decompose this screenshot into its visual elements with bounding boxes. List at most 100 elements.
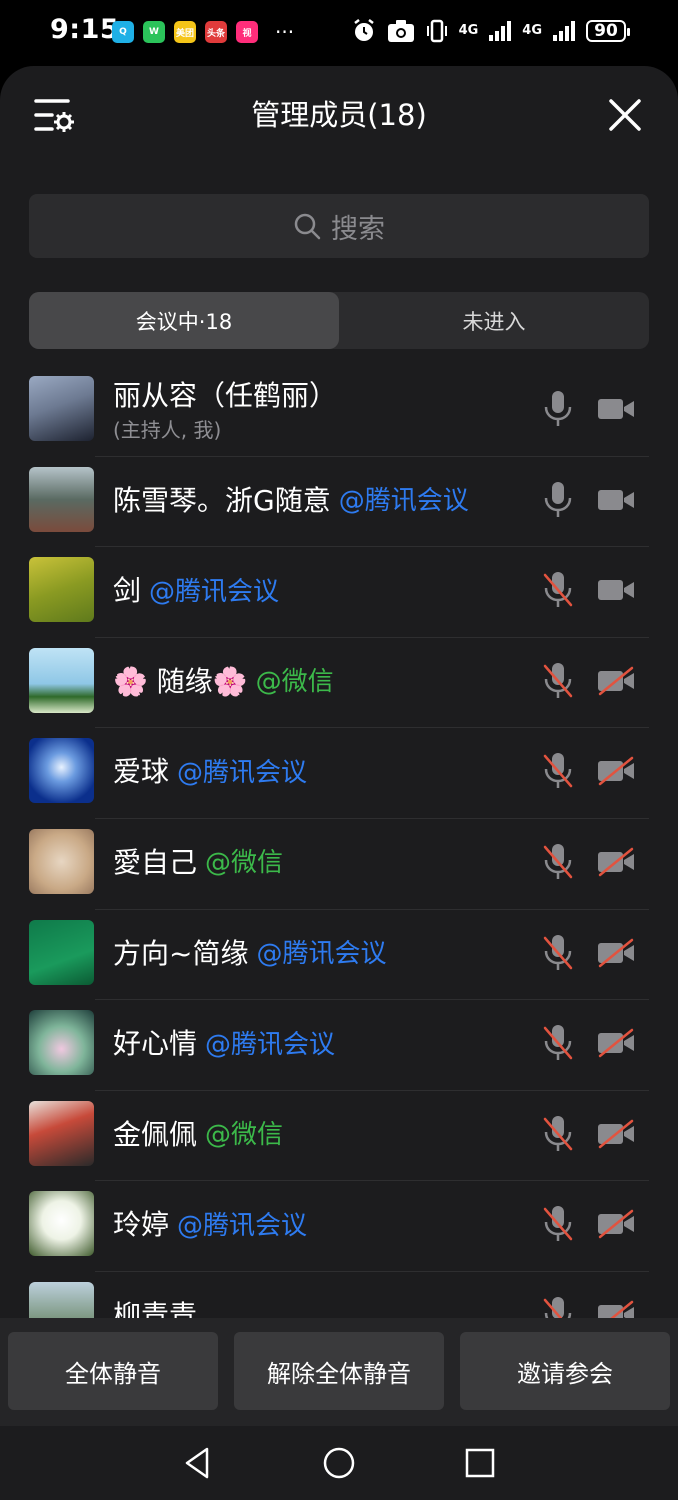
- camera-off-icon[interactable]: [597, 1119, 635, 1149]
- mute-all-button[interactable]: 全体静音: [8, 1332, 218, 1410]
- camera-off-icon[interactable]: [597, 847, 635, 877]
- tab-in-meeting[interactable]: 会议中·18: [29, 292, 339, 349]
- camera-off-icon[interactable]: [597, 666, 635, 696]
- member-row[interactable]: 丽从容（任鹤丽） (主持人, 我): [0, 366, 678, 457]
- member-source-tag: @腾讯会议: [205, 1029, 336, 1060]
- member-name: 丽从容（任鹤丽）: [113, 379, 338, 412]
- member-name-line: 剑 @腾讯会议: [113, 547, 558, 631]
- status-bar: 9:15 Q W 美团 头条视 ··· 4G 4G 90: [0, 0, 678, 66]
- member-name: 爱球: [113, 755, 170, 789]
- member-name-line: 柳青青: [113, 1272, 558, 1318]
- mic-on-icon[interactable]: [541, 481, 575, 519]
- wechat-icon: W: [143, 21, 165, 43]
- more-notifications-icon: ···: [275, 20, 295, 44]
- member-source-tag: @微信: [255, 667, 334, 698]
- member-name: 愛自己: [113, 845, 198, 879]
- invite-button[interactable]: 邀请参会: [460, 1332, 670, 1410]
- bottom-action-bar: 全体静音 解除全体静音 邀请参会: [0, 1318, 678, 1426]
- toutiao-icon: 头条: [205, 21, 227, 43]
- mic-off-icon[interactable]: [541, 752, 575, 790]
- search-placeholder: 搜索: [331, 213, 385, 245]
- member-name-line: 🌸 随缘🌸 @微信: [113, 638, 558, 722]
- back-icon[interactable]: [181, 1446, 215, 1480]
- mic-off-icon[interactable]: [541, 1296, 575, 1318]
- avatar: [29, 1191, 94, 1257]
- member-row[interactable]: 方向~简缘 @腾讯会议: [0, 910, 678, 1001]
- notification-icons: Q W 美团 头条视 ···: [112, 21, 294, 43]
- tab-not-joined[interactable]: 未进入: [339, 292, 649, 349]
- member-name: 剑: [113, 574, 142, 608]
- network-type-2: 4G: [522, 23, 542, 38]
- member-name-line: 好心情 @腾讯会议: [113, 1000, 558, 1084]
- vibrate-icon: [426, 19, 447, 43]
- mic-off-icon[interactable]: [541, 1205, 575, 1243]
- camera-on-icon[interactable]: [597, 575, 635, 605]
- battery-indicator: 90: [586, 20, 630, 42]
- avatar: [29, 557, 94, 623]
- member-source-tag: @微信: [205, 848, 284, 879]
- avatar: [29, 1010, 94, 1076]
- home-icon[interactable]: [322, 1446, 356, 1480]
- member-name-line: 金佩佩 @微信: [113, 1091, 558, 1175]
- member-row[interactable]: 柳青青: [0, 1272, 678, 1318]
- member-name: 方向~简缘: [113, 936, 249, 970]
- camera-off-icon[interactable]: [597, 1028, 635, 1058]
- avatar: [29, 919, 94, 985]
- camera-on-icon[interactable]: [597, 394, 635, 424]
- member-source-tag: @腾讯会议: [149, 576, 280, 607]
- mic-off-icon[interactable]: [541, 1024, 575, 1062]
- camera-off-icon[interactable]: [597, 756, 635, 786]
- avatar: [29, 1100, 94, 1166]
- member-source-tag: @微信: [205, 1120, 284, 1151]
- member-row[interactable]: 陈雪琴。浙G随意 @腾讯会议: [0, 457, 678, 548]
- mic-off-icon[interactable]: [541, 843, 575, 881]
- member-row[interactable]: 🌸 随缘🌸 @微信: [0, 638, 678, 729]
- close-icon[interactable]: [608, 98, 642, 132]
- network-type-1: 4G: [458, 23, 479, 38]
- avatar: [29, 828, 94, 894]
- member-source-tag: @腾讯会议: [177, 1210, 308, 1241]
- member-row[interactable]: 玲婷 @腾讯会议: [0, 1181, 678, 1272]
- unmute-all-button[interactable]: 解除全体静音: [234, 1332, 444, 1410]
- mic-on-icon[interactable]: [541, 390, 575, 428]
- manage-members-sheet: 管理成员(18) 搜索 会议中·18 未进入 丽从容（任鹤丽） (主持人, 我) 陈…: [0, 66, 678, 1500]
- member-row[interactable]: 愛自己 @微信: [0, 819, 678, 910]
- member-name-line: 方向~简缘 @腾讯会议: [113, 910, 558, 994]
- member-source-tag: @腾讯会议: [256, 939, 387, 970]
- signal-icon-2: [553, 21, 575, 41]
- camera-off-icon[interactable]: [597, 1209, 635, 1239]
- recents-icon[interactable]: [463, 1446, 497, 1480]
- member-row[interactable]: 爱球 @腾讯会议: [0, 728, 678, 819]
- member-role: (主持人, 我): [113, 418, 222, 442]
- camera-off-icon[interactable]: [597, 938, 635, 968]
- mic-off-icon[interactable]: [541, 1115, 575, 1153]
- camera-on-icon[interactable]: [597, 485, 635, 515]
- camera-icon: [387, 20, 414, 42]
- member-name: 玲婷: [113, 1208, 170, 1242]
- member-name: 金佩佩: [113, 1117, 198, 1151]
- member-source-tag: @腾讯会议: [177, 757, 308, 788]
- search-input[interactable]: 搜索: [29, 194, 649, 258]
- member-row[interactable]: 好心情 @腾讯会议: [0, 1000, 678, 1091]
- member-name-line: 玲婷 @腾讯会议: [113, 1181, 558, 1265]
- member-row[interactable]: 剑 @腾讯会议: [0, 547, 678, 638]
- mic-off-icon[interactable]: [541, 571, 575, 609]
- status-indicators: 4G 4G 90: [351, 18, 630, 44]
- member-name: 陈雪琴。浙G随意: [113, 483, 331, 517]
- avatar: [29, 376, 94, 441]
- status-time: 9:15: [50, 14, 120, 45]
- camera-off-icon[interactable]: [597, 1300, 635, 1318]
- member-name: 🌸 随缘🌸: [113, 664, 248, 698]
- meituan-icon: 美团: [174, 21, 196, 43]
- member-row[interactable]: 金佩佩 @微信: [0, 1091, 678, 1182]
- avatar: [29, 647, 94, 713]
- page-title: 管理成员(18): [251, 98, 427, 132]
- member-name: 柳青青: [113, 1298, 198, 1318]
- member-source-tag: @腾讯会议: [338, 486, 469, 517]
- search-icon: [294, 213, 321, 240]
- avatar: [29, 1281, 94, 1318]
- mic-off-icon[interactable]: [541, 662, 575, 700]
- signal-icon: [489, 21, 512, 41]
- mic-off-icon[interactable]: [541, 934, 575, 972]
- alarm-icon: [353, 19, 374, 41]
